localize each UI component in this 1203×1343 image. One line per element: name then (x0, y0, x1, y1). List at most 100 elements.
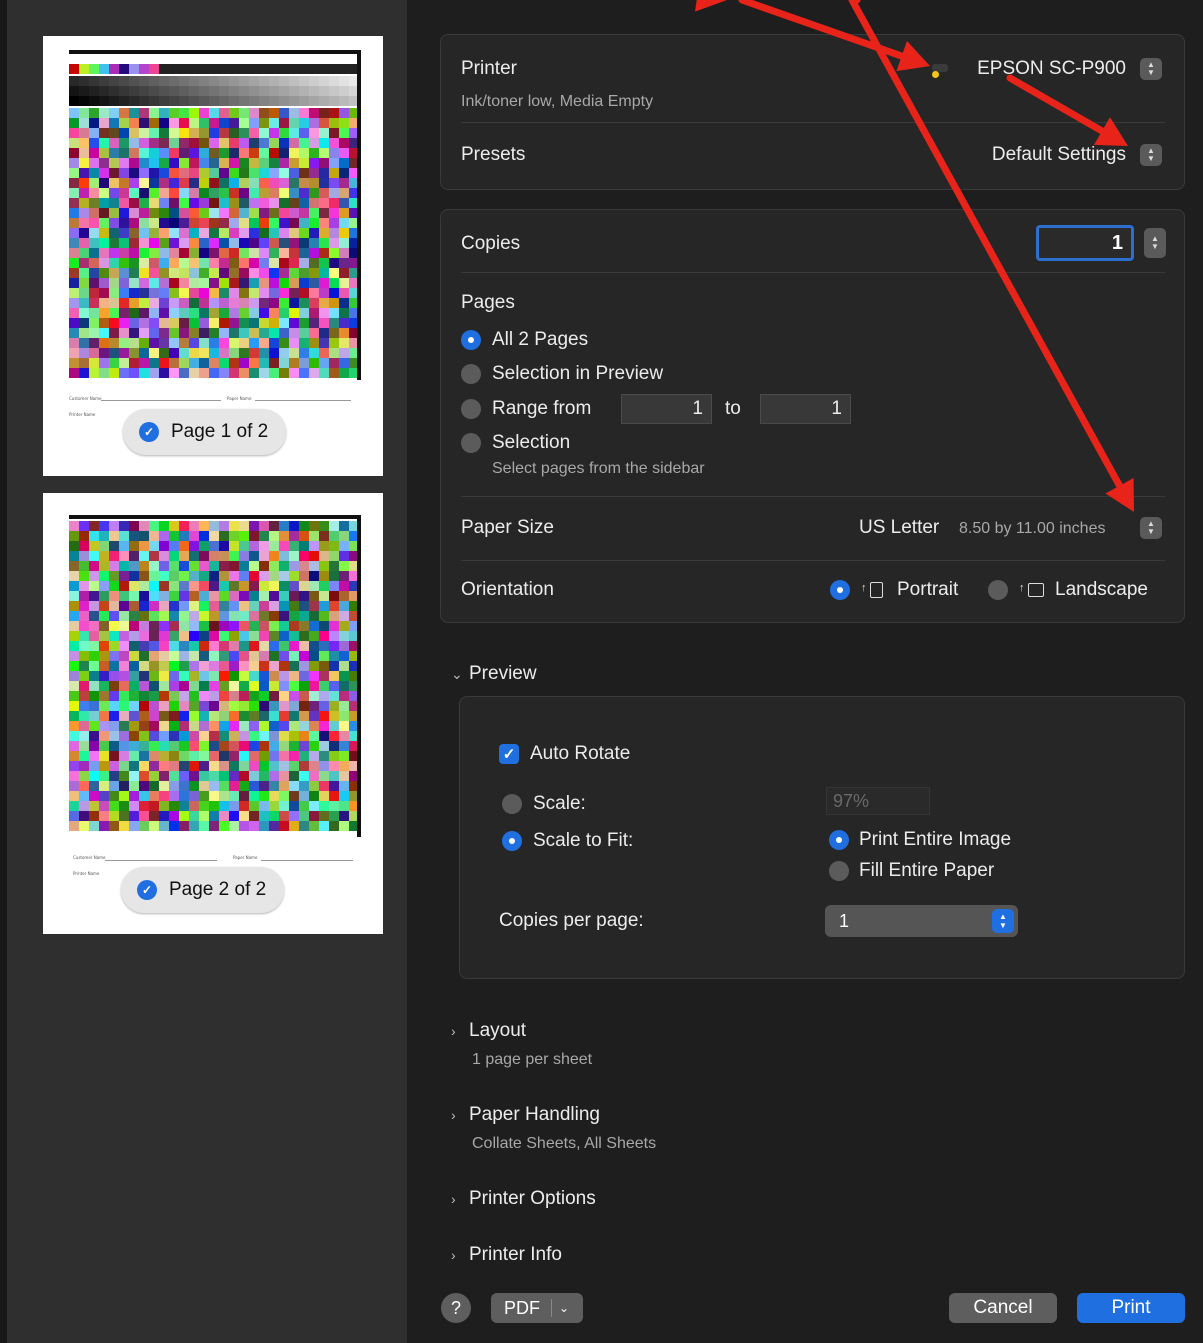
portrait-icon: ↑ (861, 580, 887, 600)
popup-arrows-icon: ▲ ▼ (992, 909, 1014, 933)
selection-label: Selection (492, 432, 571, 453)
paper-handling-section-toggle[interactable]: › Paper Handling (451, 1104, 600, 1126)
paper-handling-summary: Collate Sheets, All Sheets (472, 1135, 657, 1152)
signature-line (255, 400, 351, 401)
printer-popup[interactable]: EPSON SC-P900 ▲ ▼ (930, 56, 1162, 84)
divider (461, 272, 1165, 273)
scale-label: Scale: (533, 793, 586, 814)
range-to-input[interactable]: 1 (760, 394, 851, 424)
selection-in-preview-radio[interactable] (461, 364, 481, 384)
auto-rotate-checkbox[interactable]: ✓ (499, 744, 519, 764)
chevron-down-icon: ⌄ (559, 1301, 570, 1315)
customer-name-field: Customer Name (73, 855, 106, 860)
layout-summary: 1 page per sheet (472, 1051, 593, 1068)
range-from-label: Range from (492, 398, 592, 419)
checkmark-icon: ✓ (137, 880, 157, 900)
printer-status: Ink/toner low, Media Empty (461, 93, 654, 110)
page-label: Page 2 of 2 (169, 879, 267, 900)
scale-to-fit-radio[interactable] (502, 831, 522, 851)
page-thumbnail-sidebar: Customer Name Paper Name Printer Name ✓ … (0, 0, 407, 1343)
page-thumbnail-1[interactable]: Customer Name Paper Name Printer Name ✓ … (43, 36, 383, 476)
landscape-label: Landscape (1055, 579, 1148, 600)
printer-options-title: Printer Options (469, 1188, 596, 1209)
signature-line (261, 860, 353, 861)
page-label: Page 1 of 2 (171, 421, 269, 442)
paper-handling-title: Paper Handling (469, 1104, 600, 1125)
scale-input[interactable]: 97% (826, 787, 930, 815)
scale-radio[interactable] (502, 794, 522, 814)
selection-hint: Select pages from the sidebar (492, 460, 705, 477)
print-entire-image-radio[interactable] (829, 830, 849, 850)
preview-section-toggle[interactable]: ⌄ Preview (451, 663, 537, 685)
orientation-label: Orientation (461, 579, 554, 600)
print-entire-image-label: Print Entire Image (859, 829, 1012, 850)
arrow-stub-head (695, 0, 727, 12)
presets-popup[interactable]: Default Settings ▲ ▼ (940, 142, 1162, 170)
page-1-badge[interactable]: ✓ Page 1 of 2 (123, 409, 287, 455)
fill-entire-paper-label: Fill Entire Paper (859, 860, 995, 881)
copies-label: Copies (461, 233, 521, 254)
popup-arrows-icon: ▲ ▼ (1140, 144, 1162, 166)
layout-section-toggle[interactable]: › Layout (451, 1020, 526, 1042)
presets-label: Presets (461, 144, 526, 165)
printer-name-field: Printer Name (73, 871, 100, 876)
checkmark-icon: ✓ (139, 422, 159, 442)
popup-arrows-icon: ▲ ▼ (1140, 517, 1162, 539)
paper-size-label: Paper Size (461, 517, 554, 538)
copies-per-page-value: 1 (839, 911, 850, 931)
printer-name-field: Printer Name (69, 412, 96, 417)
copies-stepper[interactable]: ▲ ▼ (1144, 228, 1166, 258)
pdf-menu-button[interactable]: PDF ⌄ (491, 1293, 583, 1323)
range-from-input[interactable]: 1 (621, 394, 712, 424)
signature-line (105, 860, 217, 861)
selection-radio[interactable] (461, 433, 481, 453)
landscape-icon: ↑ (1019, 580, 1047, 600)
paper-size-popup[interactable]: US Letter 8.50 by 11.00 inches ▲ ▼ (850, 515, 1162, 543)
all-pages-label: All 2 Pages (492, 329, 589, 350)
print-button[interactable]: Print (1077, 1293, 1185, 1323)
cancel-button[interactable]: Cancel (949, 1293, 1057, 1323)
divider (551, 1299, 552, 1317)
page-frame-marks (69, 515, 361, 837)
divider (461, 496, 1165, 497)
chevron-right-icon: › (451, 1247, 456, 1263)
all-pages-radio[interactable] (461, 330, 481, 350)
printer-status-icon (930, 60, 950, 78)
landscape-radio[interactable] (988, 580, 1008, 600)
paper-name-field: Paper Name (227, 396, 252, 401)
chevron-down-icon: ⌄ (451, 666, 463, 682)
customer-name-field: Customer Name (69, 396, 102, 401)
presets-value: Default Settings (991, 144, 1126, 165)
portrait-label: Portrait (897, 579, 959, 600)
range-to-label: to (725, 398, 741, 419)
paper-name-field: Paper Name (233, 855, 258, 860)
chevron-right-icon: › (451, 1023, 456, 1039)
page-frame-marks (69, 50, 361, 380)
arrow-noop-head (854, 0, 858, 1)
chevron-right-icon: › (451, 1107, 456, 1123)
divider (461, 560, 1165, 561)
scale-to-fit-label: Scale to Fit: (533, 830, 634, 851)
preview-title: Preview (469, 663, 537, 684)
printer-value: EPSON SC-P900 (977, 58, 1126, 79)
divider (461, 122, 1165, 123)
printer-options-section-toggle[interactable]: › Printer Options (451, 1188, 596, 1210)
selection-in-preview-label: Selection in Preview (492, 363, 664, 384)
chevron-right-icon: › (451, 1191, 456, 1207)
auto-rotate-label: Auto Rotate (530, 743, 631, 764)
fill-entire-paper-radio[interactable] (829, 861, 849, 881)
printer-info-section-toggle[interactable]: › Printer Info (451, 1244, 562, 1266)
copies-per-page-label: Copies per page: (499, 910, 644, 931)
printer-label: Printer (461, 58, 517, 79)
range-radio[interactable] (461, 399, 481, 419)
page-2-badge[interactable]: ✓ Page 2 of 2 (121, 867, 285, 913)
popup-arrows-icon: ▲ ▼ (1140, 58, 1162, 80)
copies-per-page-popup[interactable]: 1 ▲ ▼ (825, 905, 1018, 937)
page-thumbnail-2[interactable]: Customer Name Paper Name Printer Name ✓ … (43, 493, 383, 934)
portrait-radio[interactable] (830, 580, 850, 600)
paper-size-value: US Letter (859, 517, 940, 538)
printer-info-title: Printer Info (469, 1244, 562, 1265)
layout-title: Layout (469, 1020, 527, 1041)
help-button[interactable]: ? (441, 1293, 471, 1323)
copies-input[interactable]: 1 (1036, 225, 1134, 261)
